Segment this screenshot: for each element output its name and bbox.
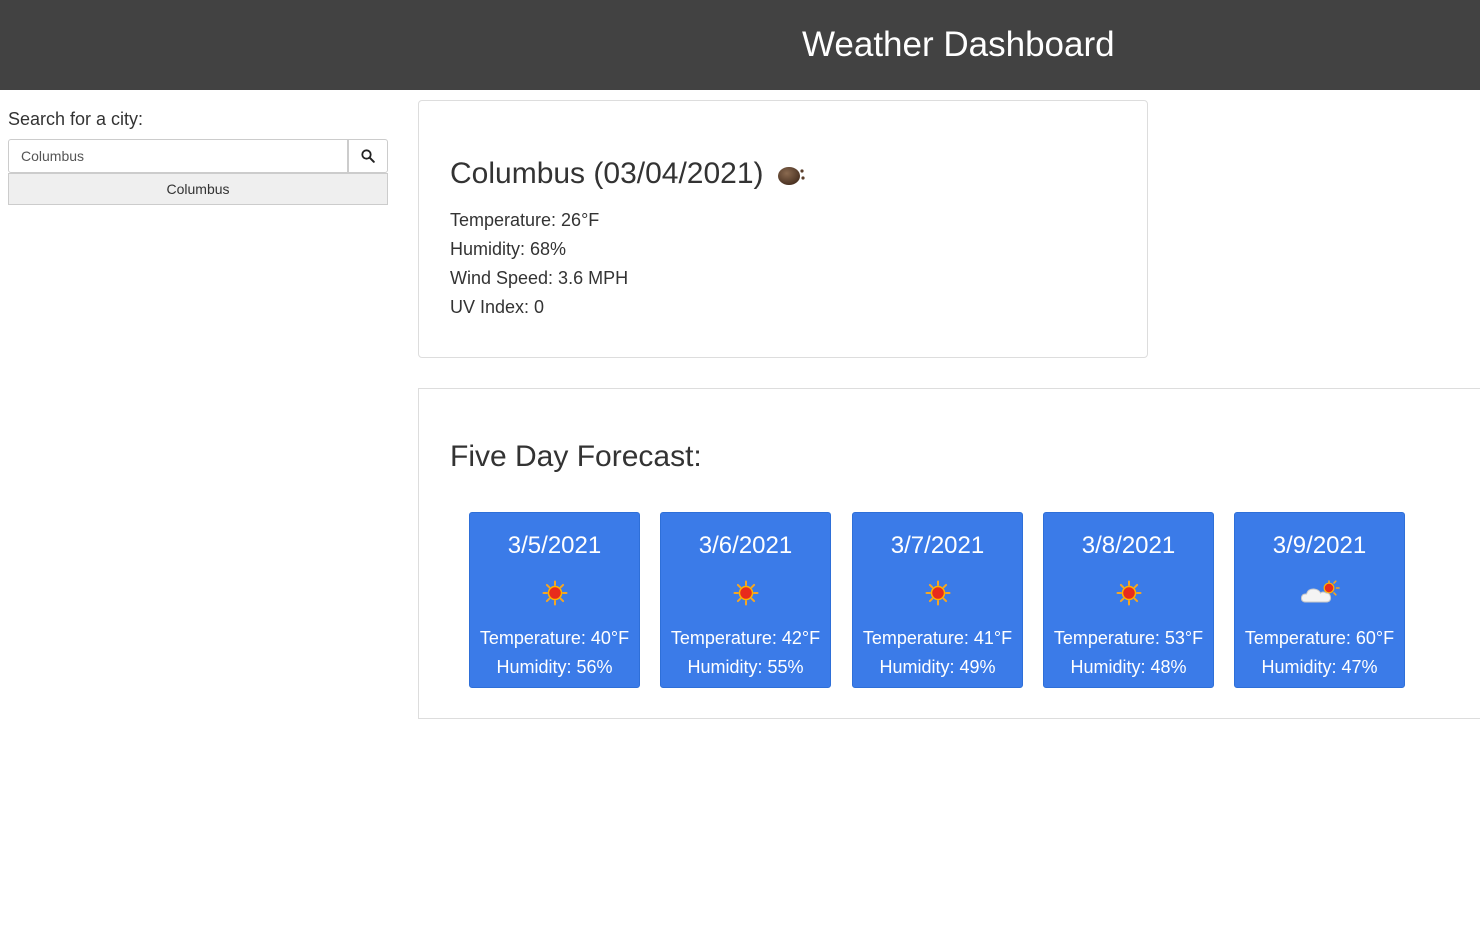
forecast-card: 3/8/2021 Temperature: 53°F Humidity: 48% [1043, 512, 1214, 688]
search-history-item[interactable]: Columbus [8, 173, 388, 205]
cloud-sun-icon [1300, 580, 1340, 603]
current-temperature: Temperature: 26°F [450, 210, 600, 230]
current-wind-speed: Wind Speed: 3.6 MPH [450, 268, 629, 288]
app-header: Weather Dashboard [0, 0, 1480, 90]
forecast-heading: Five Day Forecast: [450, 440, 702, 473]
forecast-date: 3/5/2021 [507, 532, 602, 559]
current-city-heading: Columbus (03/04/2021) [450, 157, 764, 190]
sun-icon [925, 580, 950, 606]
sun-icon [733, 580, 758, 606]
forecast-date: 3/9/2021 [1272, 532, 1367, 559]
forecast-temperature: Temperature: 40°F [479, 628, 630, 648]
forecast-temperature: Temperature: 42°F [670, 628, 821, 648]
forecast-humidity: Humidity: 56% [496, 657, 613, 677]
forecast-humidity: Humidity: 49% [879, 657, 996, 677]
sun-icon [542, 580, 567, 606]
forecast-card: 3/5/2021 Temperature: 40°F Humidity: 56% [469, 512, 640, 688]
search-group [8, 139, 388, 173]
app-title: Weather Dashboard [802, 25, 1115, 64]
forecast-card: 3/7/2021 Temperature: 41°F Humidity: 49% [852, 512, 1023, 688]
forecast-temperature: Temperature: 53°F [1053, 628, 1204, 648]
forecast-date: 3/8/2021 [1081, 532, 1176, 559]
current-weather-card: Columbus (03/04/2021) Temperature: 26°F … [418, 100, 1148, 358]
forecast-temperature: Temperature: 60°F [1244, 628, 1395, 648]
forecast-humidity: Humidity: 47% [1261, 657, 1378, 677]
forecast-humidity: Humidity: 48% [1070, 657, 1187, 677]
sun-icon [1116, 580, 1141, 606]
forecast-panel: Five Day Forecast: 3/5/2021 Temperature:… [418, 388, 1480, 719]
current-humidity: Humidity: 68% [450, 239, 567, 259]
forecast-date: 3/6/2021 [698, 532, 793, 559]
search-label: Search for a city: [8, 109, 144, 129]
search-icon [361, 149, 375, 163]
forecast-humidity: Humidity: 55% [687, 657, 804, 677]
clear-night-moon-icon [778, 167, 805, 185]
forecast-date: 3/7/2021 [890, 532, 985, 559]
forecast-card: 3/6/2021 Temperature: 42°F Humidity: 55% [660, 512, 831, 688]
city-search-input[interactable] [8, 139, 348, 173]
current-uv-index: UV Index: 0 [450, 297, 545, 317]
forecast-card: 3/9/2021 Temperature: 60°F Humidity: 47% [1234, 512, 1405, 688]
forecast-temperature: Temperature: 41°F [862, 628, 1013, 648]
search-button[interactable] [348, 139, 388, 173]
